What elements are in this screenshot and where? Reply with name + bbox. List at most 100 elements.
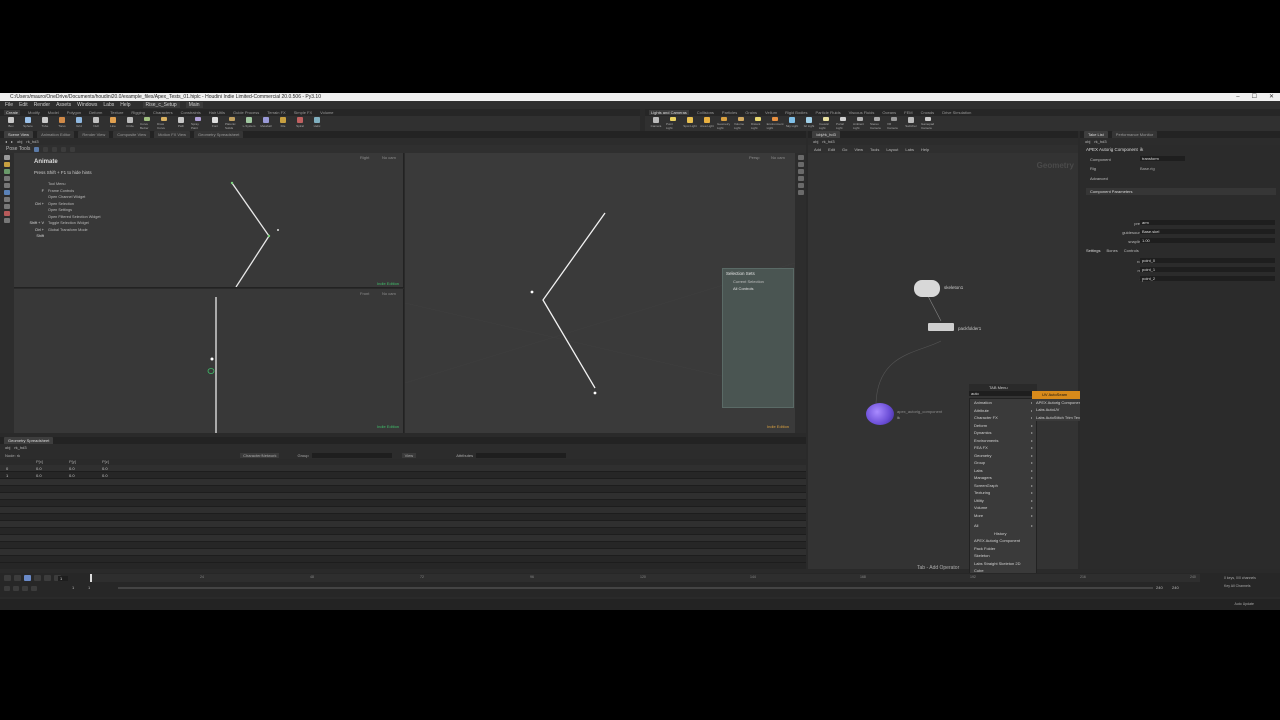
table-row[interactable]: 0 0.0 0.0 0.0: [0, 465, 806, 472]
shelf-tab[interactable]: Rigid Bodies: [785, 110, 807, 115]
shelf-tab[interactable]: FEM: [904, 110, 912, 115]
param-component-field[interactable]: transform: [1140, 156, 1185, 161]
tab-menu-history-item[interactable]: Labs Straight Skeleton 2D: [970, 560, 1036, 568]
joint-tip-persp[interactable]: [593, 391, 597, 395]
subtab-settings[interactable]: Settings: [1086, 248, 1100, 253]
shelf-tab[interactable]: Simple FX: [294, 110, 312, 115]
tab-menu-item[interactable]: Dynamics ▸: [970, 429, 1036, 437]
bone-field[interactable]: point_1: [1140, 267, 1275, 272]
tab-menu-item[interactable]: Utility ▸: [970, 497, 1036, 505]
tab-menu-item[interactable]: Attribute▸: [970, 407, 1036, 415]
menu-render[interactable]: Render: [34, 102, 50, 108]
tab-menu-item[interactable]: Animation▸: [970, 399, 1036, 407]
tab-scene-view[interactable]: Scene View: [4, 131, 34, 138]
path-node[interactable]: rk_hd3: [26, 139, 38, 144]
viewport-persp[interactable]: Persp No cam Selection Sets Current Sele…: [405, 153, 795, 433]
shelf-tool[interactable]: Platonic Solids: [225, 117, 239, 130]
shelf-tool[interactable]: Spiral: [293, 117, 307, 130]
network-menu-item[interactable]: Add: [814, 147, 821, 152]
context-selector[interactable]: Main: [185, 102, 203, 108]
path-context[interactable]: obj: [17, 139, 22, 144]
tab-menu-item[interactable]: Environments ▸: [970, 437, 1036, 445]
network-editor[interactable]: Geometry skeleton1 packfolder1 apex_auto…: [808, 153, 1078, 571]
shelf-tool[interactable]: Helix: [310, 117, 324, 130]
tab-performance-monitor[interactable]: Performance Monitor: [1111, 131, 1158, 138]
wireframe-icon[interactable]: [797, 162, 804, 167]
tab-menu-history-item[interactable]: APEX Autorig Component: [970, 537, 1036, 545]
shelf-tab[interactable]: Terrain FX: [267, 110, 285, 115]
param-field[interactable]: 1.00: [1140, 238, 1275, 243]
minimize-button[interactable]: –: [1236, 93, 1239, 101]
select-tool-icon[interactable]: [4, 155, 10, 160]
shelf-tool[interactable]: Switcher: [904, 117, 918, 130]
tab-menu-item[interactable]: Deform ▸: [970, 422, 1036, 430]
shelf-tool[interactable]: Area Light: [700, 117, 714, 130]
viewport-right[interactable]: Animate Press Shift + F1 to hide hints T…: [14, 153, 404, 288]
tab-menu-item[interactable]: FEA FX ▸: [970, 444, 1036, 452]
tab-menu-item[interactable]: Group ▸: [970, 459, 1036, 467]
tab-menu-item[interactable]: Geometry ▸: [970, 452, 1036, 460]
grid-icon[interactable]: [797, 183, 804, 188]
shelf-tool[interactable]: Line: [106, 117, 120, 130]
stop-button[interactable]: [24, 575, 31, 581]
start-frame[interactable]: 1: [72, 585, 74, 590]
shelf-tool[interactable]: GI Light: [802, 117, 816, 130]
shelf-tool[interactable]: Geometry Light: [717, 117, 731, 130]
shelf-tool[interactable]: Metaball: [259, 117, 273, 130]
first-frame-button[interactable]: [4, 575, 11, 581]
pole-marker[interactable]: [277, 229, 279, 231]
scale-mode-icon[interactable]: [61, 146, 67, 152]
back-icon[interactable]: ◂: [5, 139, 7, 144]
tab-geometry-spreadsheet[interactable]: Geometry Spreadsheet: [194, 131, 244, 138]
param-rig-value[interactable]: Base.rig: [1140, 166, 1155, 171]
shelf-tool[interactable]: Null: [89, 117, 103, 130]
shelf-tab[interactable]: Lights and Cameras: [649, 110, 689, 115]
menu-assets[interactable]: Assets: [56, 102, 71, 108]
magnet-tool-icon[interactable]: [4, 211, 10, 216]
joint-mid[interactable]: [267, 234, 271, 238]
tab-menu-item[interactable]: ScreenGraph ▸: [970, 482, 1036, 490]
shelf-tab[interactable]: Rigging: [131, 110, 145, 115]
shelf-tool[interactable]: Portal Light: [836, 117, 850, 130]
shelf-tab[interactable]: Texture: [110, 110, 123, 115]
shelf-tool[interactable]: Grid: [72, 117, 86, 130]
bone-field[interactable]: point_2: [1140, 276, 1275, 281]
shelf-tool[interactable]: Font: [208, 117, 222, 130]
move-tool-icon[interactable]: [4, 162, 10, 167]
tab-motion-fx-view[interactable]: Motion FX View: [154, 131, 191, 138]
joint-root[interactable]: [230, 181, 234, 185]
ss-group-field[interactable]: [311, 452, 392, 458]
tab-menu-item[interactable]: More ▸: [970, 512, 1036, 520]
tab-animation-editor[interactable]: Animation Editor: [37, 131, 75, 138]
range-end[interactable]: 240: [1156, 585, 1163, 590]
snap-icon[interactable]: [797, 190, 804, 195]
menu-edit[interactable]: Edit: [19, 102, 28, 108]
shelf-tab[interactable]: Constraints: [181, 110, 201, 115]
ss-attributes-field[interactable]: [476, 452, 567, 458]
net-path-node[interactable]: rk_hd3: [822, 139, 834, 144]
node-skeleton1[interactable]: [914, 280, 940, 297]
ss-character-filter[interactable]: Character/Network: [240, 452, 280, 458]
shelf-tool[interactable]: Torus: [55, 117, 69, 130]
pose-tool-icon[interactable]: [4, 190, 10, 195]
menu-help[interactable]: Help: [120, 102, 130, 108]
tab-menu-history-item[interactable]: Pack Folder: [970, 545, 1036, 553]
tab-menu-item[interactable]: Labs ▸: [970, 467, 1036, 475]
shelf-tool[interactable]: Sphere: [21, 117, 35, 130]
menu-file[interactable]: File: [5, 102, 13, 108]
shelf-tool[interactable]: Sky Light: [785, 117, 799, 130]
handle-tool-icon[interactable]: [4, 183, 10, 188]
shelf-tab[interactable]: Hair Utils: [209, 110, 225, 115]
shelf-tool[interactable]: Stereo Camera: [870, 117, 884, 130]
shelf-tab[interactable]: Oceans: [882, 110, 896, 115]
bone-field[interactable]: point_0: [1140, 258, 1275, 263]
viewport-front[interactable]: Front No cam Indie Edition: [14, 289, 404, 433]
step-forward-button[interactable]: [44, 575, 51, 581]
maximize-button[interactable]: ☐: [1252, 93, 1257, 101]
tab-composite-view[interactable]: Composite View: [113, 131, 151, 138]
network-menu-item[interactable]: Edit: [828, 147, 835, 152]
shelf-tab[interactable]: Deform: [89, 110, 102, 115]
tab-menu-all[interactable]: All ▸: [970, 522, 1036, 530]
lasso-tool-icon[interactable]: [4, 218, 10, 223]
rotate-tool-icon[interactable]: [4, 169, 10, 174]
